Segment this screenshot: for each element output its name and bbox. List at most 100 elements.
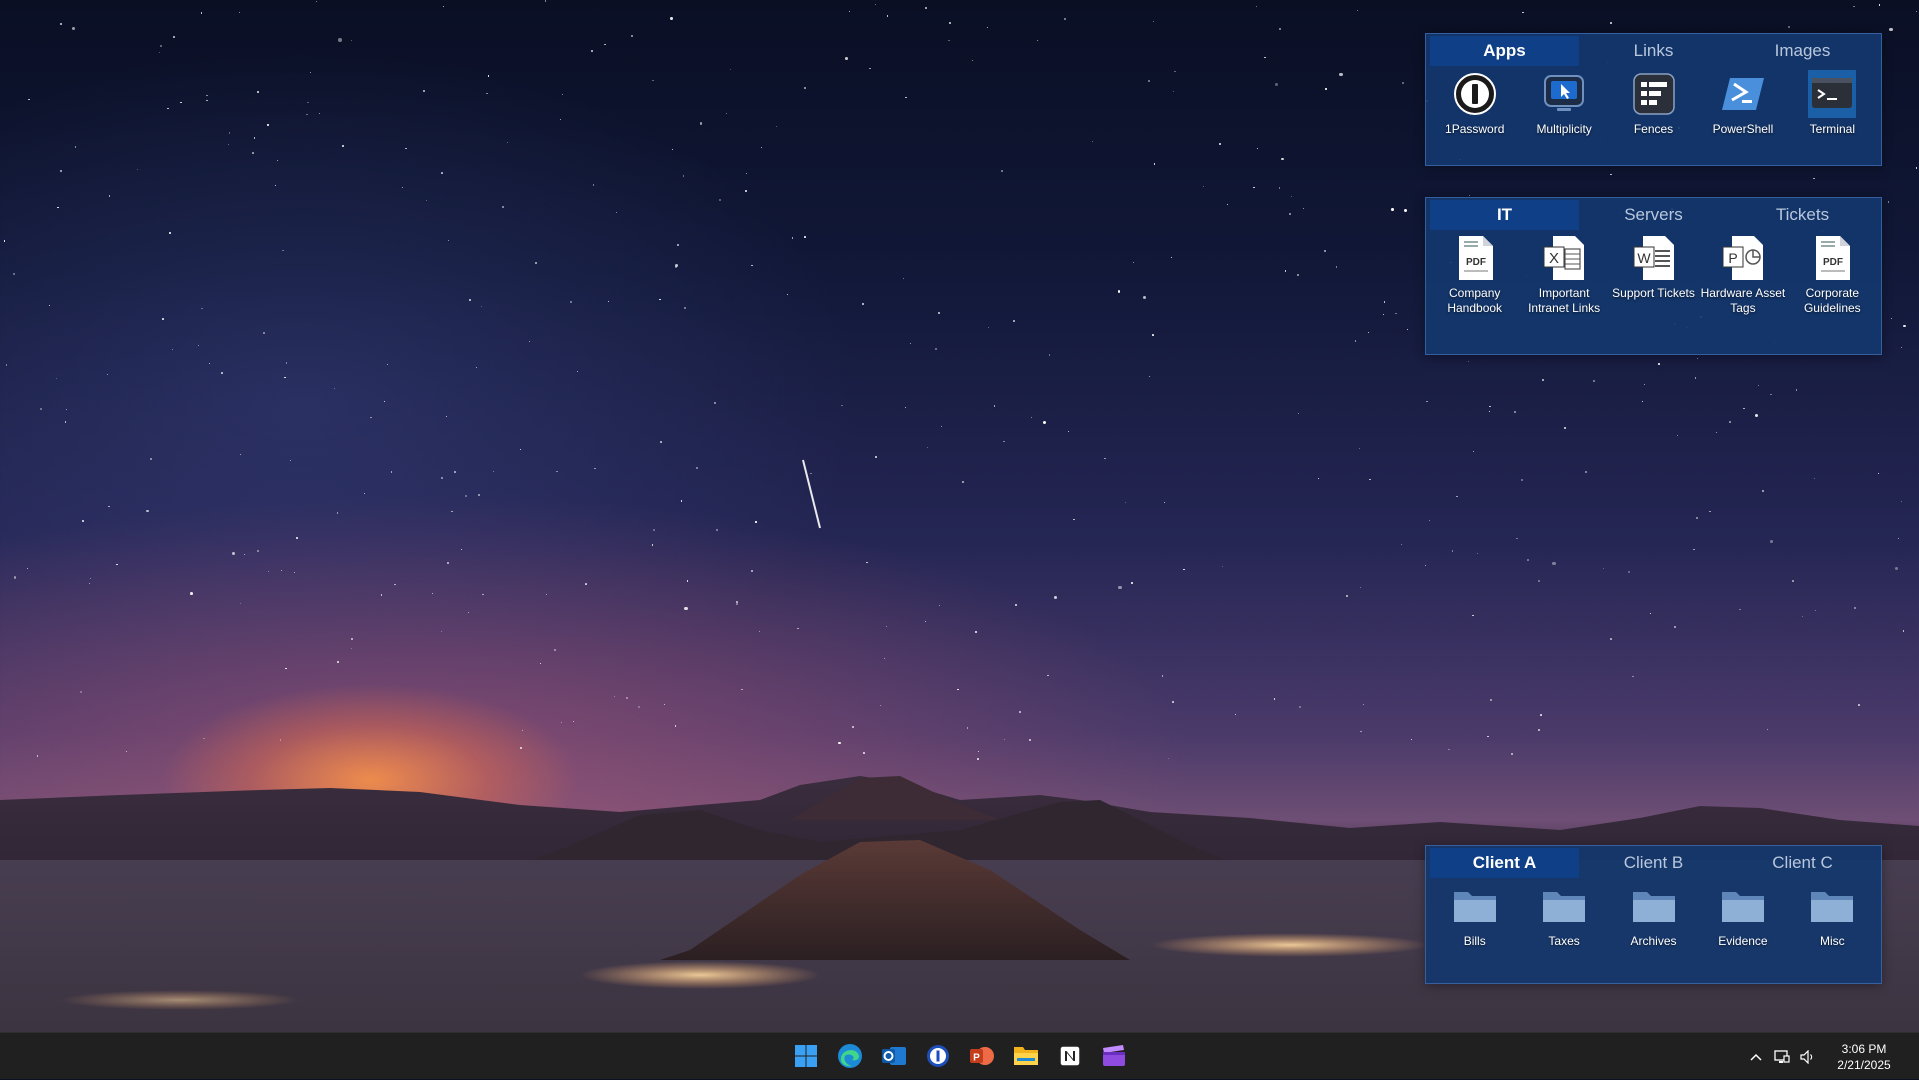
fence-tabs: Apps Links Images (1426, 34, 1881, 66)
star (492, 470, 494, 472)
star (1487, 735, 1489, 738)
star (338, 38, 342, 42)
edge-icon[interactable] (830, 1038, 870, 1074)
star (1172, 90, 1174, 92)
pdf-icon: PDF (1808, 234, 1856, 282)
tab-servers[interactable]: Servers (1579, 200, 1728, 230)
shortcut-label: Support Tickets (1612, 286, 1695, 300)
file-hardware-asset-tags[interactable]: P Hardware Asset Tags (1698, 234, 1787, 316)
shortcut-label: Archives (1630, 934, 1677, 948)
star (838, 742, 841, 745)
shortcut-label: PowerShell (1712, 122, 1774, 136)
network-icon[interactable] (1769, 1042, 1795, 1072)
tab-links[interactable]: Links (1579, 36, 1728, 66)
star (804, 87, 806, 90)
tab-client-b[interactable]: Client B (1579, 848, 1728, 878)
tab-images[interactable]: Images (1728, 36, 1877, 66)
star (1542, 379, 1544, 381)
star (57, 206, 59, 209)
file-corporate-guidelines[interactable]: PDF Corporate Guidelines (1788, 234, 1877, 316)
folder-archives[interactable]: Archives (1609, 882, 1698, 949)
chevron-up-icon[interactable] (1743, 1042, 1769, 1072)
star (486, 92, 488, 95)
shortcut-label: Corporate Guidelines (1803, 286, 1861, 315)
star (1172, 701, 1174, 704)
star (293, 571, 295, 574)
folder-bills[interactable]: Bills (1430, 882, 1519, 949)
powerpoint-icon[interactable]: P (962, 1038, 1002, 1074)
star (1298, 706, 1301, 709)
star (570, 301, 573, 303)
star (1391, 207, 1395, 211)
star (1118, 585, 1122, 590)
file-explorer-icon[interactable] (1006, 1038, 1046, 1074)
star (1563, 426, 1566, 429)
star (1538, 580, 1540, 582)
star (862, 752, 865, 755)
volume-icon[interactable] (1795, 1042, 1821, 1072)
taskbar: P 3:06 PM 2/21/2025 (0, 1032, 1919, 1079)
powershell-icon (1719, 70, 1767, 118)
star (1358, 447, 1360, 449)
folder-icon (1808, 882, 1856, 930)
fence-apps[interactable]: Apps Links Images 1Password Multiplicity… (1425, 33, 1882, 166)
notion-icon[interactable] (1050, 1038, 1090, 1074)
powerpoint-icon: P (1719, 234, 1767, 282)
outlook-icon[interactable] (874, 1038, 914, 1074)
tab-client-c[interactable]: Client C (1728, 848, 1877, 878)
tab-client-a[interactable]: Client A (1430, 848, 1579, 878)
star (431, 592, 433, 595)
star (652, 529, 655, 532)
file-important-intranet-links[interactable]: X Important Intranet Links (1519, 234, 1608, 316)
shortcut-multiplicity[interactable]: Multiplicity (1519, 70, 1608, 137)
star (198, 344, 200, 346)
tab-apps[interactable]: Apps (1430, 36, 1579, 66)
file-company-handbook[interactable]: PDF Company Handbook (1430, 234, 1519, 316)
shortcut-powershell[interactable]: PowerShell (1698, 70, 1787, 137)
folder-evidence[interactable]: Evidence (1698, 882, 1787, 949)
shortcut-terminal[interactable]: Terminal (1788, 70, 1877, 137)
star (1226, 203, 1228, 205)
onepassword-icon[interactable] (918, 1038, 958, 1074)
star (1000, 169, 1003, 172)
taskbar-clock[interactable]: 3:06 PM 2/21/2025 (1821, 1041, 1907, 1073)
fence-clients[interactable]: Client A Client B Client C Bills Taxes A… (1425, 845, 1882, 984)
shortcut-label: Terminal (1809, 122, 1855, 136)
clapper-app-icon[interactable] (1094, 1038, 1134, 1074)
file-support-tickets[interactable]: W Support Tickets (1609, 234, 1698, 316)
fence-it[interactable]: IT Servers Tickets PDF Company Handbook … (1425, 197, 1882, 355)
clock-time: 3:06 PM (1841, 1041, 1887, 1056)
shortcut-1password[interactable]: 1Password (1430, 70, 1519, 137)
multiplicity-icon (1540, 70, 1588, 118)
tab-tickets[interactable]: Tickets (1728, 200, 1877, 230)
file-badge: P (1728, 250, 1737, 266)
star (89, 577, 91, 579)
shortcut-label: Hardware Asset Tags (1700, 286, 1786, 315)
star (626, 697, 628, 699)
star (591, 50, 593, 52)
taskbar-pinned-apps: P (786, 1038, 1134, 1074)
star (422, 90, 425, 93)
star (451, 510, 453, 513)
star (173, 36, 175, 38)
shortcut-fences[interactable]: Fences (1609, 70, 1698, 137)
folder-misc[interactable]: Misc (1788, 882, 1877, 949)
clock-date: 2/21/2025 (1837, 1057, 1891, 1072)
star (1368, 478, 1371, 481)
star (744, 189, 747, 192)
folder-taxes[interactable]: Taxes (1519, 882, 1608, 949)
star (1527, 559, 1529, 561)
star (651, 543, 654, 546)
folder-icon (1540, 882, 1588, 930)
star (652, 79, 654, 81)
star (1511, 753, 1513, 755)
star (791, 237, 794, 239)
tab-it[interactable]: IT (1430, 200, 1579, 230)
windows-start-icon[interactable] (786, 1038, 826, 1074)
star (804, 236, 806, 238)
terminal-icon (1808, 70, 1857, 118)
star (1362, 703, 1364, 705)
star (1152, 334, 1154, 336)
star (948, 39, 950, 42)
fence-tabs: IT Servers Tickets (1426, 198, 1881, 230)
